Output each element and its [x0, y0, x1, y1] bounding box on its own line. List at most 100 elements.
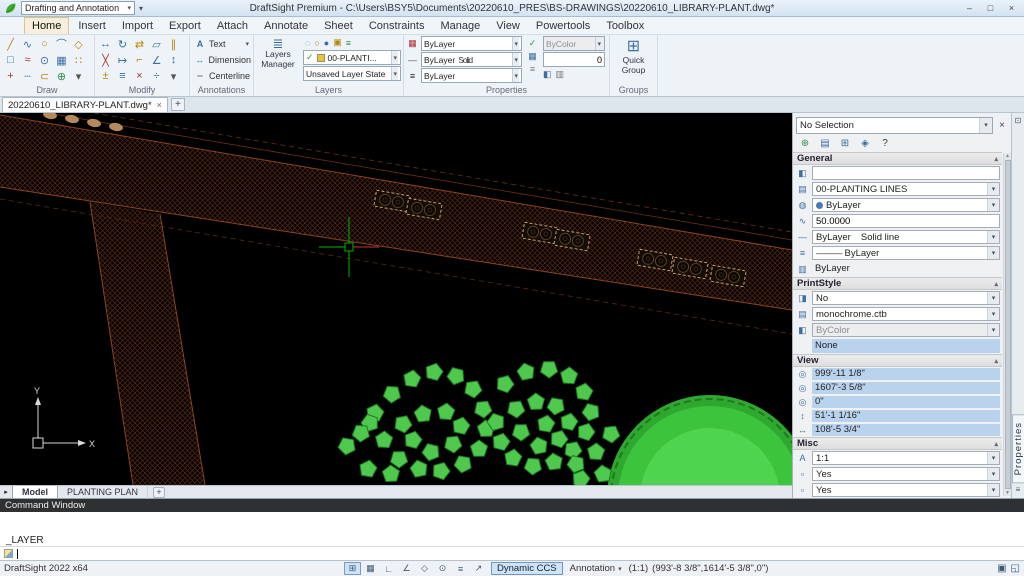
section-header-printstyle[interactable]: PrintStyle▴	[793, 277, 1002, 290]
text-button[interactable]: A Text ▾	[192, 36, 251, 52]
ribbon-tab-insert[interactable]: Insert	[71, 18, 113, 34]
ribbon-tab-manage[interactable]: Manage	[433, 18, 487, 34]
panel-scrollbar[interactable]: ▲ ▼	[1003, 153, 1011, 496]
stretch-icon[interactable]: ↕	[165, 52, 182, 68]
weld-icon[interactable]: ÷	[148, 68, 165, 84]
add-sheet-button[interactable]: +	[153, 487, 165, 498]
quick-select-icon[interactable]: ⊞	[836, 136, 854, 150]
mark-divide-icon[interactable]: +	[2, 68, 19, 84]
draw-flyout-icon[interactable]: ▾	[70, 68, 87, 84]
view-center-y[interactable]: 1607'-3 5/8"	[812, 382, 1000, 394]
linescale-field[interactable]	[812, 214, 1000, 228]
move-icon[interactable]: ↔	[97, 36, 114, 52]
view-height[interactable]: 51'-1 1/16"	[812, 410, 1000, 422]
centerline-button[interactable]: ┄ Centerline	[192, 68, 251, 84]
section-header-misc[interactable]: Misc▴	[793, 437, 1002, 450]
layers-manager-button[interactable]: ≣ Layers Manager	[256, 36, 300, 81]
document-tab[interactable]: 20220610_LIBRARY-PLANT.dwg* ×	[2, 97, 168, 112]
group-label-properties[interactable]: Properties	[406, 84, 607, 96]
command-window-header[interactable]: Command Window	[0, 499, 1024, 512]
layer-dropdown[interactable]: ✓ 00-PLANTI... ▾	[303, 50, 401, 65]
line-pattern-icon[interactable]: ≡	[530, 64, 535, 74]
clean-screen-icon[interactable]: ◱	[1011, 563, 1020, 574]
linetype-dropdown[interactable]: ByLayer Solid ▾	[421, 52, 522, 67]
tab-model[interactable]: Model	[12, 486, 58, 499]
linecolor-dropdown[interactable]: ByLayer ▾	[421, 36, 522, 51]
group-label-draw[interactable]: Draw	[2, 84, 92, 96]
panel-close-icon[interactable]: ×	[996, 120, 1008, 131]
group-label-modify[interactable]: Modify	[97, 84, 187, 96]
printstyle-table-select[interactable]: monochrome.ctb▾	[812, 307, 1000, 321]
region-icon[interactable]: ⊂	[36, 68, 53, 84]
workspace-selector[interactable]: Drafting and Annotation ▾	[21, 1, 135, 15]
rotate-icon[interactable]: ↻	[114, 36, 131, 52]
pin-icon[interactable]: ⊡	[1015, 116, 1022, 125]
new-document-button[interactable]: +	[171, 98, 185, 111]
linecolor-select[interactable]: ByLayer▾	[812, 198, 1000, 212]
view-center-z[interactable]: 0"	[812, 396, 1000, 408]
command-history[interactable]: _LAYER	[0, 512, 1024, 546]
chamfer-icon[interactable]: ∠	[148, 52, 165, 68]
circle-icon[interactable]: ○	[36, 36, 53, 52]
transparency-icon[interactable]: ◧	[543, 69, 552, 80]
drawing-canvas[interactable]: Y X	[0, 113, 792, 485]
properties-side-tab[interactable]: Properties	[1012, 414, 1024, 483]
array-icon[interactable]: ≡	[114, 68, 131, 84]
layer-lock-icon[interactable]: ▣	[333, 37, 342, 48]
centerline-draw-icon[interactable]: ┄	[19, 68, 36, 84]
lineweight-toggle[interactable]: ≡	[452, 562, 469, 575]
arc-icon[interactable]: ⌒	[53, 36, 70, 52]
spline-icon[interactable]: ≈	[19, 52, 36, 68]
section-header-view[interactable]: View▴	[793, 354, 1002, 367]
explode-icon[interactable]: ×	[131, 68, 148, 84]
plotstyle-icon[interactable]: ▥	[556, 69, 565, 80]
polar-toggle[interactable]: ∠	[398, 562, 415, 575]
quick-group-button[interactable]: ⊞ Quick Group	[612, 36, 655, 76]
ribbon-tab-sheet[interactable]: Sheet	[317, 18, 360, 34]
ribbon-tab-annotate[interactable]: Annotate	[257, 18, 315, 34]
modify-flyout-icon[interactable]: ▾	[165, 68, 182, 84]
ribbon-tab-import[interactable]: Import	[115, 18, 160, 34]
lineweight-select[interactable]: ———ByLayer▾	[812, 246, 1000, 260]
scroll-down-icon[interactable]: ▼	[1005, 490, 1010, 496]
match-selection-icon[interactable]: ▤	[816, 136, 834, 150]
close-tab-icon[interactable]: ×	[157, 100, 162, 110]
rectangle-icon[interactable]: □	[2, 52, 19, 68]
annotation-scale-select[interactable]: 1:1▾	[812, 451, 1000, 465]
group-label-annotations[interactable]: Annotations	[192, 84, 251, 96]
layer-match-icon[interactable]: ≡	[346, 38, 351, 48]
dynamic-input-toggle[interactable]: ↗	[470, 562, 487, 575]
dynamic-ccs-button[interactable]: Dynamic CCS	[491, 562, 563, 575]
customize-icon[interactable]: ◈	[856, 136, 874, 150]
ucs-icon-visible-select[interactable]: Yes▾	[812, 483, 1000, 497]
section-header-general[interactable]: General▴	[793, 152, 1002, 165]
snap-toggle[interactable]: ⊞	[344, 562, 361, 575]
name-field[interactable]	[812, 166, 1000, 180]
group-label-groups[interactable]: Groups	[612, 84, 655, 96]
match-properties-icon[interactable]: ✓	[529, 38, 537, 49]
scroll-thumb[interactable]	[1005, 160, 1011, 489]
polygon-icon[interactable]: ◇	[70, 36, 87, 52]
ucs-per-viewport-select[interactable]: Yes▾	[812, 467, 1000, 481]
lock-ui-icon[interactable]: ▣	[997, 563, 1006, 574]
ribbon-tab-toolbox[interactable]: Toolbox	[599, 18, 651, 34]
point-icon[interactable]: ∷	[70, 52, 87, 68]
command-input[interactable]	[0, 546, 1024, 560]
help-icon[interactable]: ?	[876, 136, 894, 150]
printstyle-dropdown[interactable]: ByColor ▾	[543, 36, 605, 51]
printstyle-none-value[interactable]: None	[812, 339, 1000, 353]
trim-icon[interactable]: ╳	[97, 52, 114, 68]
pattern-fill-icon[interactable]: ▦	[528, 51, 537, 62]
hatch-icon[interactable]: ▦	[53, 52, 70, 68]
quick-access-menu-icon[interactable]: ▾	[139, 4, 143, 13]
ribbon-tab-powertools[interactable]: Powertools	[529, 18, 597, 34]
view-center-x[interactable]: 999'-11 1/8"	[812, 368, 1000, 380]
transparency-input[interactable]	[543, 52, 605, 67]
dimension-button[interactable]: ↔ Dimension	[192, 52, 251, 68]
tab-scroll-icon[interactable]: ▸	[0, 488, 12, 496]
copy-icon[interactable]: ⇄	[131, 36, 148, 52]
esnap-toggle[interactable]: ◇	[416, 562, 433, 575]
boundary-icon[interactable]: ⊕	[53, 68, 70, 84]
tab-planting-plan[interactable]: PLANTING PLAN	[58, 486, 148, 499]
ribbon-tab-attach[interactable]: Attach	[210, 18, 255, 34]
